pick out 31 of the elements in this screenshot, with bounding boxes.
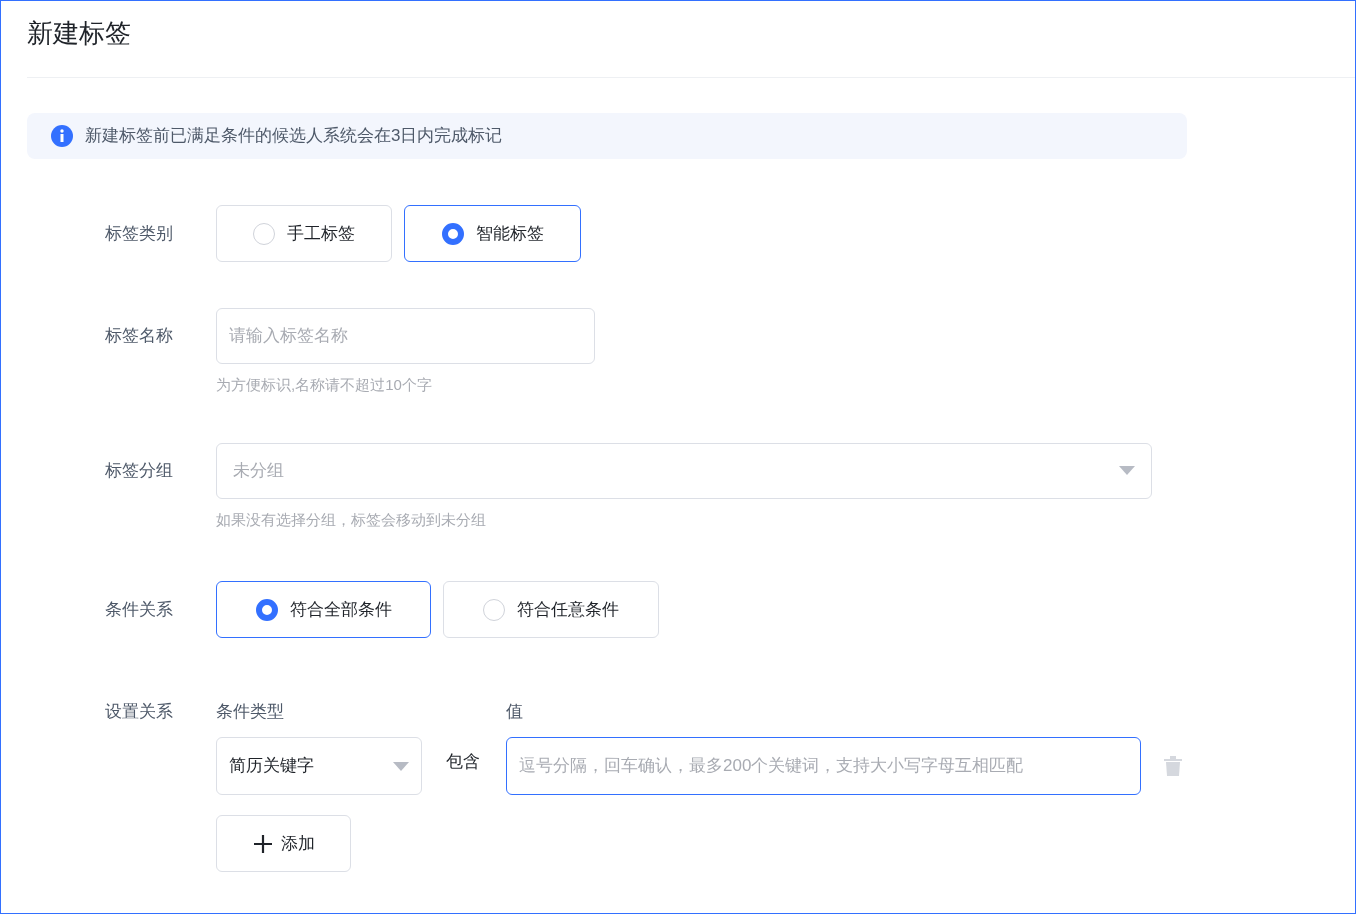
field-label: 标签分组 bbox=[105, 459, 174, 482]
delete-icon[interactable] bbox=[1164, 756, 1182, 776]
option-label: 智能标签 bbox=[475, 222, 544, 245]
field-label: 标签类别 bbox=[105, 222, 174, 245]
info-icon bbox=[51, 125, 73, 147]
value-input[interactable]: 逗号分隔，回车确认，最多200个关键词，支持大小写字母互相匹配 bbox=[506, 737, 1141, 795]
column-header: 条件类型 bbox=[216, 701, 285, 724]
radio-button[interactable] bbox=[441, 222, 464, 245]
field-label: 条件关系 bbox=[105, 598, 174, 621]
radio-option[interactable]: 符合全部条件 bbox=[216, 581, 431, 638]
column-header: 值 bbox=[506, 701, 523, 724]
radio-option[interactable]: 符合任意条件 bbox=[443, 581, 659, 638]
add-button[interactable]: 添加 bbox=[216, 815, 351, 872]
plus-icon bbox=[252, 833, 273, 854]
option-label: 手工标签 bbox=[287, 222, 355, 245]
caret-icon bbox=[393, 761, 409, 771]
radio-button[interactable] bbox=[255, 598, 278, 621]
caret-icon bbox=[1119, 466, 1135, 475]
option-label: 符合全部条件 bbox=[289, 598, 392, 621]
field-label: 标签名称 bbox=[105, 325, 174, 348]
radio-option[interactable]: 智能标签 bbox=[404, 205, 581, 262]
option-label: 符合任意条件 bbox=[517, 598, 619, 621]
tag-name-input[interactable]: 请输入标签名称 bbox=[216, 308, 595, 364]
radio-option[interactable]: 手工标签 bbox=[216, 205, 392, 262]
hint-text: 为方便标识,名称请不超过10个字 bbox=[216, 375, 433, 395]
page-title: 新建标签 bbox=[27, 17, 132, 50]
field-label: 设置关系 bbox=[105, 701, 174, 724]
hint-text: 如果没有选择分组，标签会移动到未分组 bbox=[216, 509, 487, 530]
alert-text: 新建标签前已满足条件的候选人系统会在3日内完成标记 bbox=[85, 125, 503, 148]
operator-label: 包含 bbox=[445, 751, 481, 773]
condition-type-select[interactable]: 简历关键字 bbox=[216, 737, 422, 795]
